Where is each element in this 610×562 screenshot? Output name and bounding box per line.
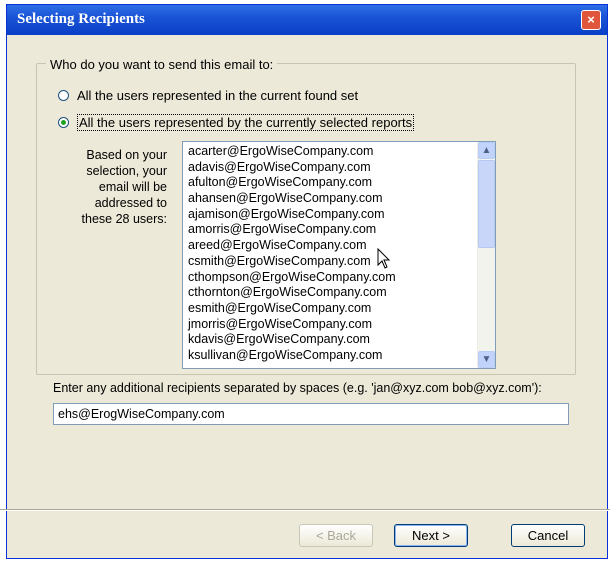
radio-found-set[interactable]: All the users represented in the current…	[58, 88, 358, 103]
list-item[interactable]: ksullivan@ErgoWiseCompany.com	[188, 348, 396, 364]
additional-recipients-input[interactable]	[53, 403, 569, 425]
list-item[interactable]: jmorris@ErgoWiseCompany.com	[188, 317, 396, 333]
list-item[interactable]: adavis@ErgoWiseCompany.com	[188, 160, 396, 176]
list-item[interactable]: areed@ErgoWiseCompany.com	[188, 238, 396, 254]
cancel-button[interactable]: Cancel	[511, 524, 585, 547]
list-item[interactable]: kdavis@ErgoWiseCompany.com	[188, 332, 396, 348]
list-item[interactable]: cthompson@ErgoWiseCompany.com	[188, 270, 396, 286]
info-text-line: email will be	[98, 180, 167, 194]
list-item[interactable]: amorris@ErgoWiseCompany.com	[188, 222, 396, 238]
info-text-line: selection, your	[86, 164, 167, 178]
list-item[interactable]: cthornton@ErgoWiseCompany.com	[188, 285, 396, 301]
chevron-down-icon[interactable]: ▼	[478, 351, 495, 368]
radio-button[interactable]	[58, 90, 69, 101]
dialog-title: Selecting Recipients	[17, 11, 145, 27]
mouse-cursor-icon	[377, 248, 391, 269]
radio-button-checked[interactable]	[58, 117, 69, 128]
chevron-up-icon[interactable]: ▲	[478, 142, 495, 159]
radio-selected-reports[interactable]: All the users represented by the current…	[58, 114, 415, 131]
divider	[0, 509, 610, 511]
group-legend: Who do you want to send this email to:	[46, 57, 278, 72]
list-item[interactable]: esmith@ErgoWiseCompany.com	[188, 301, 396, 317]
list-item[interactable]: ahansen@ErgoWiseCompany.com	[188, 191, 396, 207]
recipients-list: acarter@ErgoWiseCompany.com adavis@ErgoW…	[188, 144, 396, 364]
radio-label-selected-reports: All the users represented by the current…	[77, 114, 415, 131]
info-text-line: addressed to	[94, 196, 167, 210]
info-text-line: Based on your	[86, 148, 167, 162]
scrollbar-thumb[interactable]	[478, 160, 495, 248]
radio-label-found-set: All the users represented in the current…	[77, 88, 359, 103]
close-icon[interactable]: ×	[581, 10, 601, 30]
info-text-line: these 28 users:	[81, 212, 167, 226]
title-bar[interactable]: Selecting Recipients ×	[7, 5, 607, 35]
list-item[interactable]: csmith@ErgoWiseCompany.com	[188, 254, 396, 270]
list-item[interactable]: acarter@ErgoWiseCompany.com	[188, 144, 396, 160]
vertical-scrollbar[interactable]: ▲ ▼	[477, 142, 495, 368]
back-button[interactable]: < Back	[299, 524, 373, 547]
list-item[interactable]: ajamison@ErgoWiseCompany.com	[188, 207, 396, 223]
next-button[interactable]: Next >	[394, 524, 468, 547]
list-item[interactable]: afulton@ErgoWiseCompany.com	[188, 175, 396, 191]
additional-recipients-label: Enter any additional recipients separate…	[53, 381, 542, 395]
recipients-listbox[interactable]: acarter@ErgoWiseCompany.com adavis@ErgoW…	[182, 141, 496, 369]
